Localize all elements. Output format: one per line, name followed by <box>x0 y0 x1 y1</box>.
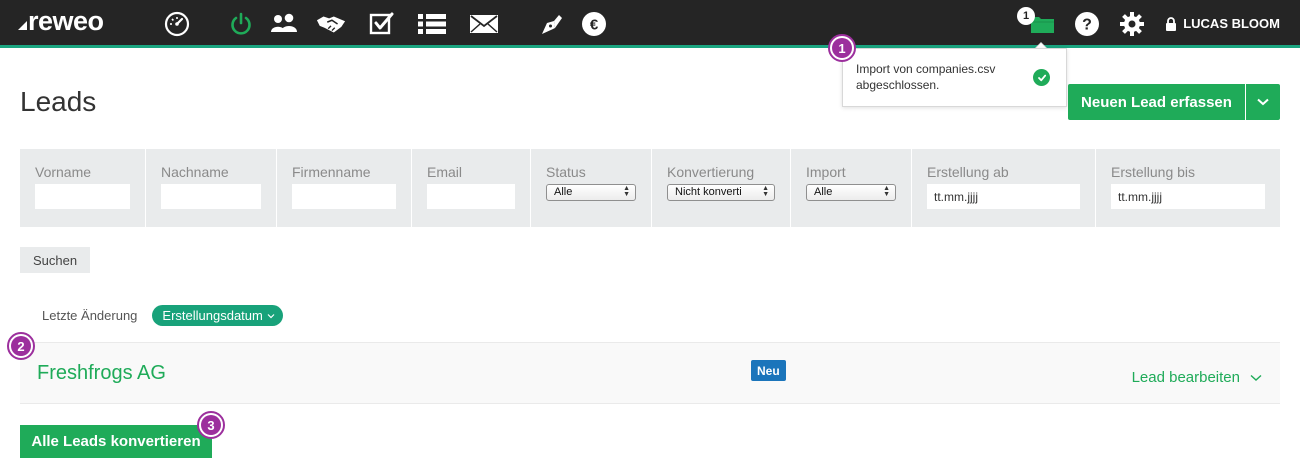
euro-icon[interactable]: € <box>579 10 609 38</box>
new-lead-split-button: Neuen Lead erfassen <box>1068 84 1280 120</box>
konvertierung-select[interactable]: Nicht konverti ▲ ▼ <box>667 184 775 201</box>
sort-row: Letzte Änderung Erstellungsdatum <box>42 305 283 326</box>
lead-row[interactable]: Freshfrogs AG Neu Lead bearbeiten <box>20 342 1280 404</box>
list-icon[interactable] <box>417 10 447 38</box>
firmenname-input[interactable] <box>292 184 396 209</box>
convert-all-leads-button[interactable]: Alle Leads konvertieren <box>20 425 212 458</box>
status-selected-value: Alle <box>554 186 573 198</box>
callout-marker-3: 3 <box>197 411 225 439</box>
user-name: LUCAS BLOOM <box>1183 16 1280 31</box>
svg-text:€: € <box>590 17 599 34</box>
import-notification-popover: Import von companies.csv abgeschlossen. <box>842 48 1067 107</box>
email-label: Email <box>427 164 463 180</box>
user-menu[interactable]: LUCAS BLOOM <box>1165 16 1280 31</box>
new-lead-button[interactable]: Neuen Lead erfassen <box>1068 84 1245 120</box>
sort-last-modified-link[interactable]: Letzte Änderung <box>42 308 137 323</box>
filter-nachname: Nachname <box>146 149 277 227</box>
sort-creation-date-pill[interactable]: Erstellungsdatum <box>152 305 283 326</box>
notification-message: Import von companies.csv abgeschlossen. <box>856 62 996 92</box>
contacts-icon[interactable] <box>269 10 299 38</box>
marker-number: 3 <box>201 415 221 435</box>
status-label: Status <box>546 164 586 180</box>
lead-name[interactable]: Freshfrogs AG <box>37 362 166 385</box>
email-input[interactable] <box>427 184 515 209</box>
logo-triangle-icon <box>18 21 27 30</box>
chevron-down-icon <box>267 313 275 318</box>
vorname-label: Vorname <box>35 164 92 180</box>
edit-lead-dropdown[interactable]: Lead bearbeiten <box>1132 369 1262 386</box>
top-navigation-bar: reweo € 1 ? LUCAS BLOOM <box>0 0 1300 48</box>
svg-text:?: ? <box>1082 17 1092 34</box>
help-icon[interactable]: ? <box>1072 10 1102 38</box>
chevron-down-icon <box>1257 98 1269 106</box>
filter-firmenname: Firmenname <box>277 149 412 227</box>
logo-text: reweo <box>28 6 104 36</box>
reweo-logo[interactable]: reweo <box>18 6 104 37</box>
konvertierung-label: Konvertierung <box>667 164 755 180</box>
filter-erstellung-ab: Erstellung ab <box>912 149 1096 227</box>
chevron-down-icon <box>1250 374 1262 381</box>
lock-icon <box>1166 16 1177 31</box>
tasks-icon[interactable] <box>366 10 396 38</box>
sort-active-label: Erstellungsdatum <box>162 308 263 323</box>
handshake-icon[interactable] <box>316 10 346 38</box>
firmenname-label: Firmenname <box>292 164 371 180</box>
filter-status: Status Alle ▲ ▼ <box>531 149 652 227</box>
dashboard-icon[interactable] <box>162 10 192 38</box>
page-title: Leads <box>20 86 97 117</box>
gear-icon[interactable] <box>1117 10 1147 38</box>
search-button[interactable]: Suchen <box>20 247 90 273</box>
filter-import: Import Alle ▲ ▼ <box>791 149 912 227</box>
callout-marker-1: 1 <box>828 34 856 62</box>
filter-vorname: Vorname <box>20 149 146 227</box>
nachname-label: Nachname <box>161 164 229 180</box>
status-select[interactable]: Alle ▲ ▼ <box>546 184 636 201</box>
import-selected-value: Alle <box>814 186 833 198</box>
vorname-input[interactable] <box>35 184 130 209</box>
check-circle-icon <box>1033 69 1050 86</box>
status-badge: Neu <box>751 360 786 381</box>
import-select[interactable]: Alle ▲ ▼ <box>806 184 896 201</box>
filter-konvertierung: Konvertierung Nicht konverti ▲ ▼ <box>652 149 791 227</box>
marker-number: 1 <box>832 38 852 58</box>
edit-lead-label: Lead bearbeiten <box>1131 369 1240 386</box>
erstellung-ab-label: Erstellung ab <box>927 164 1009 180</box>
filter-email: Email <box>412 149 531 227</box>
callout-marker-2: 2 <box>7 332 35 360</box>
select-arrows-icon: ▲ ▼ <box>883 185 890 198</box>
filter-bar: Vorname Nachname Firmenname Email Status… <box>20 149 1280 227</box>
filter-erstellung-bis: Erstellung bis <box>1096 149 1280 227</box>
erstellung-bis-input[interactable] <box>1111 184 1265 209</box>
power-icon[interactable] <box>226 10 256 38</box>
nachname-input[interactable] <box>161 184 261 209</box>
pen-icon[interactable] <box>537 10 567 38</box>
mail-icon[interactable] <box>469 10 499 38</box>
erstellung-bis-label: Erstellung bis <box>1111 164 1196 180</box>
select-arrows-icon: ▲ ▼ <box>762 185 769 198</box>
select-arrows-icon: ▲ ▼ <box>623 185 630 198</box>
konvertierung-selected-value: Nicht konverti <box>675 186 742 198</box>
notification-count-badge: 1 <box>1017 7 1035 25</box>
marker-number: 2 <box>11 336 31 356</box>
import-label: Import <box>806 164 846 180</box>
erstellung-ab-input[interactable] <box>927 184 1080 209</box>
new-lead-dropdown-button[interactable] <box>1246 84 1280 120</box>
